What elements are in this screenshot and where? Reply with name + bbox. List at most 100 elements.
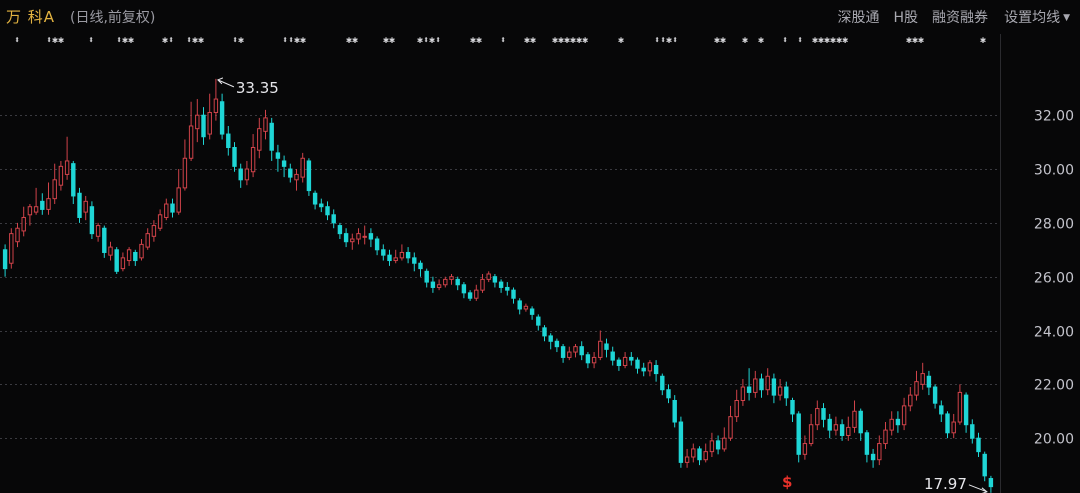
candle-body <box>480 278 485 291</box>
candle-body <box>591 356 597 364</box>
candle-body <box>250 147 256 173</box>
candle-body <box>350 238 355 243</box>
candle-body <box>604 343 609 350</box>
candle-body <box>957 391 963 423</box>
candle-body <box>932 386 938 404</box>
candle-body <box>170 203 175 213</box>
candle-body <box>511 289 516 299</box>
candle-body <box>833 424 839 431</box>
candle-body <box>356 233 361 240</box>
candle-body <box>653 365 659 375</box>
candle-body <box>808 424 814 445</box>
candle-body <box>784 386 789 399</box>
candle-body <box>684 456 690 463</box>
candle-body <box>926 375 932 388</box>
y-tick-label: 20.00 <box>1034 432 1074 448</box>
candle-body <box>598 340 603 358</box>
candle-body <box>33 206 39 213</box>
candle-body <box>164 203 169 218</box>
candle-body <box>542 327 547 337</box>
candlestick-chart: 20.00 22.00 24.00 26.00 28.00 30.00 32.00 33.35… <box>0 34 1074 493</box>
candle-body <box>102 227 107 253</box>
candle-body <box>182 157 188 189</box>
candle-body <box>374 238 380 251</box>
candle-body <box>40 200 45 210</box>
candle-body <box>15 227 20 243</box>
candle-body <box>567 351 572 358</box>
candle-body <box>579 346 584 356</box>
candle-body <box>95 225 101 237</box>
candle-body <box>139 243 144 259</box>
candle-body <box>195 114 200 130</box>
candle-body <box>424 270 429 283</box>
candle-body <box>920 373 925 385</box>
candle-body <box>405 251 411 259</box>
candle-body <box>517 300 522 310</box>
signal-mark: $ <box>782 473 792 491</box>
candle-body <box>610 351 615 361</box>
candle-body <box>622 356 628 367</box>
candle-body <box>821 408 826 420</box>
candle-body <box>281 160 287 167</box>
candle-body <box>312 192 318 205</box>
candle-body <box>666 389 671 399</box>
candle-body <box>474 289 479 299</box>
candle-body <box>71 163 76 197</box>
candle-body <box>728 416 733 439</box>
candle-body <box>771 378 777 396</box>
candle-body <box>430 281 436 288</box>
candle-body <box>151 225 157 237</box>
candle-body <box>343 233 349 243</box>
candle-body <box>21 216 26 232</box>
candle-body <box>263 117 268 132</box>
candle-body <box>467 292 473 299</box>
candle-body <box>257 128 262 151</box>
candle-body <box>486 273 491 280</box>
candle-body <box>449 276 454 280</box>
candle-body <box>108 246 113 256</box>
candle-body <box>548 335 553 342</box>
candle-body <box>120 257 126 270</box>
candle-body <box>213 98 219 114</box>
candle-body <box>300 157 305 178</box>
candle-body <box>616 359 622 367</box>
candle-body <box>9 233 14 264</box>
candle-body <box>802 443 808 455</box>
low-label: 17.97 <box>924 475 967 493</box>
candle-body <box>58 165 64 186</box>
low-arrow <box>968 484 988 493</box>
candle-body <box>331 214 336 224</box>
candle-body <box>436 284 442 288</box>
candle-body <box>914 381 919 396</box>
candle-body <box>777 386 783 396</box>
candle-body <box>244 168 250 181</box>
candle-body <box>951 421 956 434</box>
candle-body <box>201 114 206 138</box>
candle-body <box>870 453 876 461</box>
y-tick-label: 22.00 <box>1034 378 1074 394</box>
candle-body <box>703 451 708 461</box>
candle-body <box>746 386 752 393</box>
candle-body <box>126 249 132 262</box>
candle-body <box>83 200 88 213</box>
candle-body <box>647 362 653 372</box>
candle-body <box>505 286 510 291</box>
candle-body <box>461 284 467 294</box>
candle-body <box>889 418 894 431</box>
candle-body <box>796 413 801 455</box>
candle-body <box>573 346 578 353</box>
candle-body <box>672 399 677 423</box>
candle-body <box>393 257 398 262</box>
candle-body <box>858 410 863 434</box>
candle-body <box>492 276 498 283</box>
candle-body <box>288 168 293 178</box>
candle-body <box>77 192 82 218</box>
candle-body <box>207 112 212 135</box>
candle-body <box>660 375 665 391</box>
candle-body <box>715 440 721 450</box>
candle-body <box>765 375 770 391</box>
candle-body <box>337 225 343 235</box>
candle-body <box>839 424 845 436</box>
candle-body <box>523 305 529 310</box>
candle-body <box>238 168 243 181</box>
